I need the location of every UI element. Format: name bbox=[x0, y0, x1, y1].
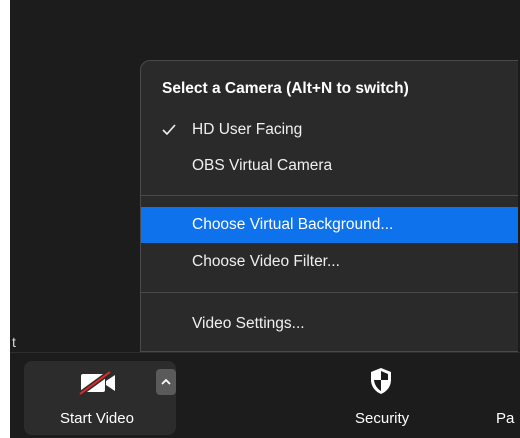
start-video-button[interactable]: Start Video bbox=[24, 361, 150, 435]
menu-item-video-settings[interactable]: Video Settings... bbox=[141, 306, 518, 342]
chevron-up-icon bbox=[161, 378, 171, 385]
menu-divider bbox=[141, 195, 518, 196]
menu-divider bbox=[141, 292, 518, 293]
video-control-group: Start Video bbox=[24, 361, 176, 435]
participants-label: Pa bbox=[496, 410, 515, 427]
menu-item-label: Video Settings... bbox=[192, 315, 305, 332]
shield-icon bbox=[371, 368, 391, 394]
menu-item-label: Choose Virtual Background... bbox=[192, 216, 394, 233]
menu-item-hd-user-facing[interactable]: HD User Facing bbox=[141, 112, 518, 148]
checkmark-icon bbox=[162, 124, 176, 136]
menu-item-choose-video-filter[interactable]: Choose Video Filter... bbox=[141, 244, 518, 280]
menu-item-obs-virtual-camera[interactable]: OBS Virtual Camera bbox=[141, 148, 518, 184]
meeting-toolbar: Start Video Security Pa bbox=[10, 352, 520, 438]
security-button[interactable]: Security bbox=[344, 361, 434, 435]
menu-item-label: OBS Virtual Camera bbox=[192, 157, 333, 174]
menu-item-label: Choose Video Filter... bbox=[192, 253, 340, 270]
video-options-caret-button[interactable] bbox=[156, 369, 176, 395]
camera-menu-header: Select a Camera (Alt+N to switch) bbox=[162, 80, 409, 97]
stray-text: t bbox=[12, 334, 16, 350]
video-off-icon bbox=[79, 371, 115, 395]
participants-button[interactable]: Pa bbox=[496, 361, 520, 435]
menu-item-choose-virtual-background[interactable]: Choose Virtual Background... bbox=[141, 207, 518, 243]
camera-menu: Select a Camera (Alt+N to switch) HD Use… bbox=[140, 60, 518, 352]
meeting-window: t Select a Camera (Alt+N to switch) HD U… bbox=[10, 0, 520, 438]
start-video-label: Start Video bbox=[60, 410, 134, 427]
menu-item-label: HD User Facing bbox=[192, 121, 303, 138]
security-label: Security bbox=[355, 410, 410, 427]
